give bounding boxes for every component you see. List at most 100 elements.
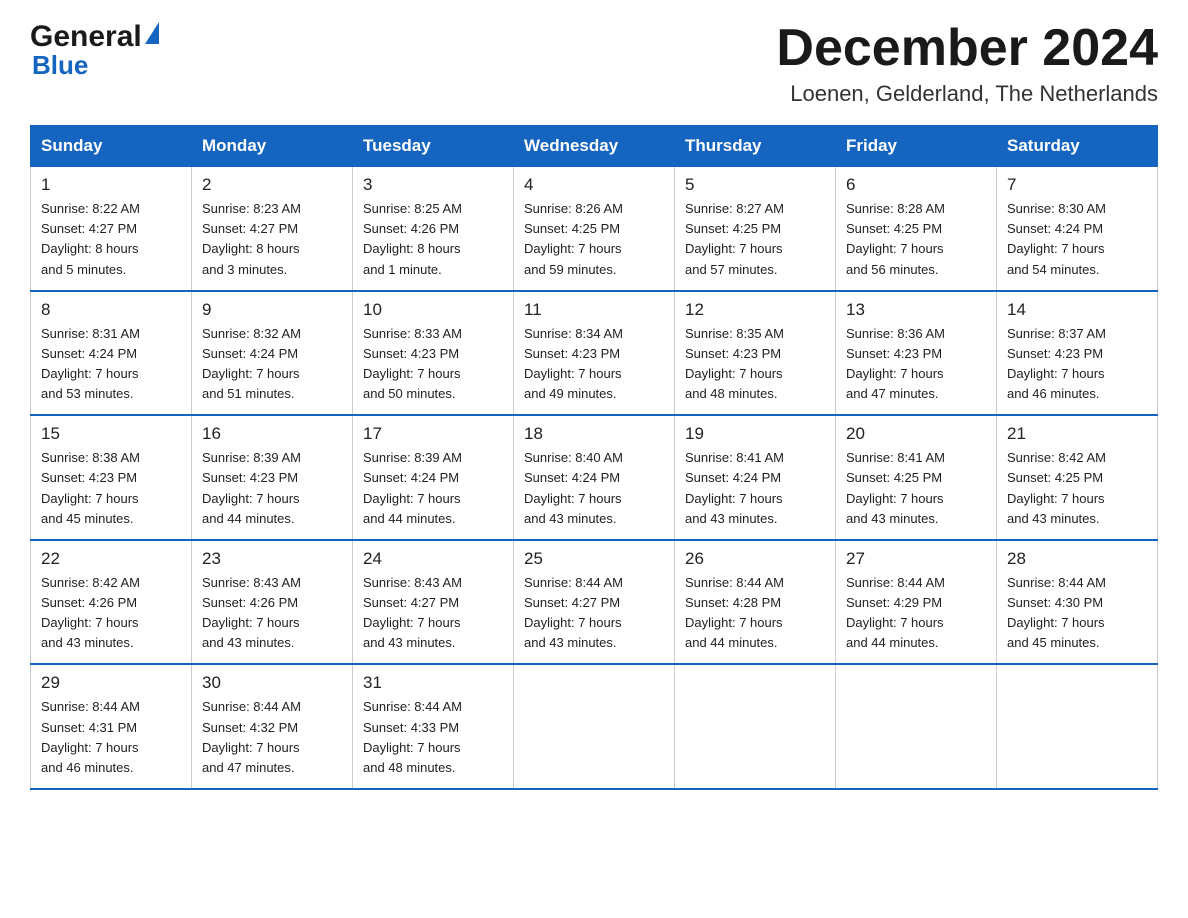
calendar-cell: 3Sunrise: 8:25 AM Sunset: 4:26 PM Daylig… [353,167,514,291]
day-number: 28 [1007,549,1147,569]
day-number: 15 [41,424,181,444]
day-info: Sunrise: 8:27 AM Sunset: 4:25 PM Dayligh… [685,199,825,280]
calendar-cell: 5 Sunrise: 8:27 AM Sunset: 4:25 PM Daylig… [675,167,836,291]
day-number: 23 [202,549,342,569]
day-info: Sunrise: 8:33 AM Sunset: 4:23 PM Dayligh… [363,324,503,405]
day-info: Sunrise: 8:41 AM Sunset: 4:25 PM Dayligh… [846,448,986,529]
calendar-cell: 17 Sunrise: 8:39 AM Sunset: 4:24 PM Dayli… [353,415,514,540]
day-info: Sunrise: 8:36 AM Sunset: 4:23 PM Dayligh… [846,324,986,405]
day-info: Sunrise: 8:26 AM Sunset: 4:25 PM Dayligh… [524,199,664,280]
month-year-title: December 2024 [776,20,1158,77]
day-info: Sunrise: 8:37 AM Sunset: 4:23 PM Dayligh… [1007,324,1147,405]
day-number: 14 [1007,300,1147,320]
day-info: Sunrise: 8:30 AM Sunset: 4:24 PM Dayligh… [1007,199,1147,280]
calendar-cell: 28 Sunrise: 8:44 AM Sunset: 4:30 PM Dayli… [997,540,1158,665]
day-info: Sunrise: 8:28 AM Sunset: 4:25 PM Dayligh… [846,199,986,280]
day-info: Sunrise: 8:39 AM Sunset: 4:23 PM Dayligh… [202,448,342,529]
calendar-cell: 15 Sunrise: 8:38 AM Sunset: 4:23 PM Dayli… [31,415,192,540]
day-number: 1 [41,175,181,195]
weekday-header-monday: Monday [192,126,353,167]
calendar-cell: 23Sunrise: 8:43 AM Sunset: 4:26 PM Dayli… [192,540,353,665]
calendar-cell [514,664,675,789]
day-info: Sunrise: 8:44 AM Sunset: 4:32 PM Dayligh… [202,697,342,778]
day-info: Sunrise: 8:34 AM Sunset: 4:23 PM Dayligh… [524,324,664,405]
day-number: 6 [846,175,986,195]
day-info: Sunrise: 8:40 AM Sunset: 4:24 PM Dayligh… [524,448,664,529]
day-number: 20 [846,424,986,444]
calendar-cell: 30 Sunrise: 8:44 AM Sunset: 4:32 PM Dayli… [192,664,353,789]
day-info: Sunrise: 8:23 AM Sunset: 4:27 PM Dayligh… [202,199,342,280]
calendar-cell: 4Sunrise: 8:26 AM Sunset: 4:25 PM Daylig… [514,167,675,291]
day-number: 2 [202,175,342,195]
calendar-header: SundayMondayTuesdayWednesdayThursdayFrid… [31,126,1158,167]
day-info: Sunrise: 8:41 AM Sunset: 4:24 PM Dayligh… [685,448,825,529]
calendar-table: SundayMondayTuesdayWednesdayThursdayFrid… [30,125,1158,790]
day-info: Sunrise: 8:38 AM Sunset: 4:23 PM Dayligh… [41,448,181,529]
weekday-header-sunday: Sunday [31,126,192,167]
day-info: Sunrise: 8:44 AM Sunset: 4:28 PM Dayligh… [685,573,825,654]
calendar-cell: 21 Sunrise: 8:42 AM Sunset: 4:25 PM Dayli… [997,415,1158,540]
day-number: 16 [202,424,342,444]
day-number: 13 [846,300,986,320]
calendar-cell: 25Sunrise: 8:44 AM Sunset: 4:27 PM Dayli… [514,540,675,665]
weekday-header-saturday: Saturday [997,126,1158,167]
day-number: 26 [685,549,825,569]
day-number: 25 [524,549,664,569]
calendar-week-row: 29Sunrise: 8:44 AM Sunset: 4:31 PM Dayli… [31,664,1158,789]
logo: General Blue [30,20,159,81]
logo-blue-text: Blue [32,50,88,81]
page-header: General Blue December 2024 Loenen, Gelde… [30,20,1158,107]
day-info: Sunrise: 8:42 AM Sunset: 4:26 PM Dayligh… [41,573,181,654]
calendar-cell: 11 Sunrise: 8:34 AM Sunset: 4:23 PM Dayli… [514,291,675,416]
calendar-week-row: 8 Sunrise: 8:31 AM Sunset: 4:24 PM Daylig… [31,291,1158,416]
calendar-cell: 2 Sunrise: 8:23 AM Sunset: 4:27 PM Daylig… [192,167,353,291]
day-number: 31 [363,673,503,693]
calendar-cell: 18 Sunrise: 8:40 AM Sunset: 4:24 PM Dayli… [514,415,675,540]
weekday-header-tuesday: Tuesday [353,126,514,167]
logo-general-text: General [30,20,142,54]
calendar-cell: 20 Sunrise: 8:41 AM Sunset: 4:25 PM Dayli… [836,415,997,540]
calendar-cell: 14 Sunrise: 8:37 AM Sunset: 4:23 PM Dayli… [997,291,1158,416]
day-number: 24 [363,549,503,569]
day-number: 11 [524,300,664,320]
day-number: 19 [685,424,825,444]
calendar-cell: 8 Sunrise: 8:31 AM Sunset: 4:24 PM Daylig… [31,291,192,416]
day-info: Sunrise: 8:44 AM Sunset: 4:33 PM Dayligh… [363,697,503,778]
day-number: 10 [363,300,503,320]
day-number: 18 [524,424,664,444]
day-number: 21 [1007,424,1147,444]
day-info: Sunrise: 8:31 AM Sunset: 4:24 PM Dayligh… [41,324,181,405]
calendar-cell: 29Sunrise: 8:44 AM Sunset: 4:31 PM Dayli… [31,664,192,789]
calendar-cell: 7Sunrise: 8:30 AM Sunset: 4:24 PM Daylig… [997,167,1158,291]
calendar-cell [836,664,997,789]
day-number: 22 [41,549,181,569]
day-info: Sunrise: 8:42 AM Sunset: 4:25 PM Dayligh… [1007,448,1147,529]
calendar-cell: 9 Sunrise: 8:32 AM Sunset: 4:24 PM Daylig… [192,291,353,416]
weekday-header-friday: Friday [836,126,997,167]
calendar-cell: 26 Sunrise: 8:44 AM Sunset: 4:28 PM Dayli… [675,540,836,665]
calendar-cell [997,664,1158,789]
calendar-week-row: 1Sunrise: 8:22 AM Sunset: 4:27 PM Daylig… [31,167,1158,291]
day-number: 8 [41,300,181,320]
weekday-header-row: SundayMondayTuesdayWednesdayThursdayFrid… [31,126,1158,167]
calendar-cell: 10 Sunrise: 8:33 AM Sunset: 4:23 PM Dayli… [353,291,514,416]
calendar-cell: 22 Sunrise: 8:42 AM Sunset: 4:26 PM Dayli… [31,540,192,665]
day-info: Sunrise: 8:43 AM Sunset: 4:27 PM Dayligh… [363,573,503,654]
calendar-cell: 27Sunrise: 8:44 AM Sunset: 4:29 PM Dayli… [836,540,997,665]
calendar-cell: 6 Sunrise: 8:28 AM Sunset: 4:25 PM Daylig… [836,167,997,291]
weekday-header-wednesday: Wednesday [514,126,675,167]
weekday-header-thursday: Thursday [675,126,836,167]
title-area: December 2024 Loenen, Gelderland, The Ne… [776,20,1158,107]
day-number: 30 [202,673,342,693]
day-number: 3 [363,175,503,195]
day-number: 17 [363,424,503,444]
day-info: Sunrise: 8:39 AM Sunset: 4:24 PM Dayligh… [363,448,503,529]
calendar-cell: 1Sunrise: 8:22 AM Sunset: 4:27 PM Daylig… [31,167,192,291]
day-number: 5 [685,175,825,195]
day-info: Sunrise: 8:44 AM Sunset: 4:30 PM Dayligh… [1007,573,1147,654]
calendar-cell: 16 Sunrise: 8:39 AM Sunset: 4:23 PM Dayli… [192,415,353,540]
calendar-cell: 12Sunrise: 8:35 AM Sunset: 4:23 PM Dayli… [675,291,836,416]
day-info: Sunrise: 8:32 AM Sunset: 4:24 PM Dayligh… [202,324,342,405]
calendar-week-row: 22 Sunrise: 8:42 AM Sunset: 4:26 PM Dayli… [31,540,1158,665]
day-number: 9 [202,300,342,320]
